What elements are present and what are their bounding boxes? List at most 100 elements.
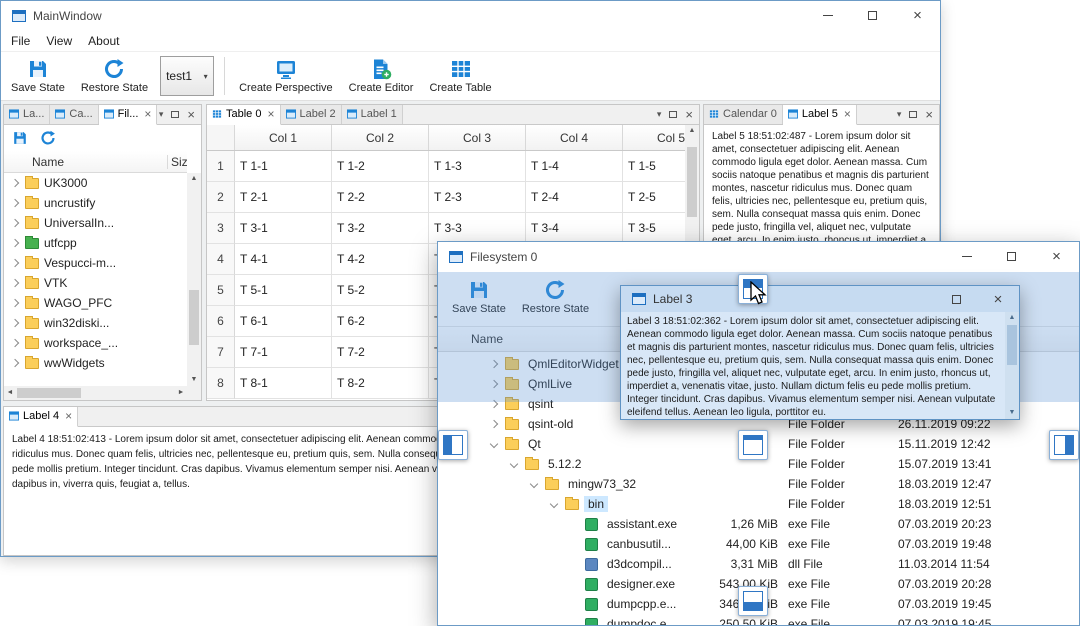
horizontal-scrollbar[interactable]: ◄ ► bbox=[4, 386, 187, 400]
tree-item-uk3000[interactable]: UK3000 bbox=[4, 173, 187, 193]
tree-item-wago-pfc[interactable]: WAGO_PFC bbox=[4, 293, 187, 313]
scroll-up-icon[interactable]: ▲ bbox=[187, 173, 201, 185]
dock-drop-center-indicator[interactable] bbox=[738, 430, 768, 460]
tree-item-workspace[interactable]: workspace_... bbox=[4, 333, 187, 353]
dock-drop-bottom-indicator[interactable] bbox=[738, 586, 768, 616]
column-header-col-5[interactable]: Col 5 bbox=[623, 125, 685, 150]
vertical-scrollbar[interactable]: ▲ ▼ bbox=[187, 173, 201, 386]
scroll-down-icon[interactable]: ▼ bbox=[1005, 407, 1019, 419]
table-cell[interactable]: T 2-3 bbox=[429, 182, 526, 213]
main-titlebar[interactable]: MainWindow × bbox=[1, 1, 940, 30]
bottom-tab-label-4[interactable]: Label 4 × bbox=[4, 407, 79, 427]
tab-close-icon[interactable]: × bbox=[267, 107, 274, 121]
scrollbar-thumb[interactable] bbox=[17, 388, 81, 398]
right-tab-calendar-0[interactable]: Calendar 0 bbox=[704, 105, 783, 124]
maximize-button[interactable] bbox=[935, 286, 977, 312]
expand-chevron-icon[interactable] bbox=[10, 298, 20, 308]
tab-close-icon[interactable]: × bbox=[144, 107, 151, 121]
expand-chevron-icon[interactable] bbox=[10, 258, 20, 268]
filesystem-titlebar[interactable]: Filesystem 0 × bbox=[438, 242, 1079, 271]
expand-chevron-icon[interactable] bbox=[10, 238, 20, 248]
tree-item-vespucci-m[interactable]: Vespucci-m... bbox=[4, 253, 187, 273]
table-cell[interactable]: T 4-1 bbox=[235, 244, 332, 275]
table-cell[interactable]: T 4-2 bbox=[332, 244, 429, 275]
tree-item-uncrustify[interactable]: uncrustify bbox=[4, 193, 187, 213]
row-number[interactable]: 2 bbox=[207, 182, 235, 213]
table-cell[interactable]: T 7-1 bbox=[235, 337, 332, 368]
create-editor-button[interactable]: Create Editor bbox=[341, 53, 422, 99]
left-tab-fil[interactable]: Fil... × bbox=[98, 105, 158, 125]
right-tab-label-5[interactable]: Label 5 × bbox=[782, 105, 857, 125]
label3-titlebar[interactable]: Label 3 × bbox=[621, 286, 1019, 312]
expand-chevron-icon[interactable] bbox=[10, 178, 20, 188]
restore-state-button[interactable]: Restore State bbox=[73, 53, 156, 99]
maximize-button[interactable] bbox=[989, 242, 1034, 271]
tabs-menu-chevron-icon[interactable]: ▾ bbox=[657, 110, 662, 119]
vertical-scrollbar[interactable]: ▲ ▼ bbox=[1005, 312, 1019, 419]
row-number[interactable]: 4 bbox=[207, 244, 235, 275]
float-window-icon[interactable] bbox=[171, 111, 180, 118]
create-table-button[interactable]: Create Table bbox=[421, 53, 499, 99]
close-dock-icon[interactable]: × bbox=[187, 108, 195, 121]
table-cell[interactable]: T 5-2 bbox=[332, 275, 429, 306]
table-cell[interactable]: T 3-5 bbox=[623, 213, 685, 244]
scrollbar-thumb[interactable] bbox=[189, 290, 199, 345]
scroll-left-icon[interactable]: ◄ bbox=[4, 386, 16, 400]
scroll-right-icon[interactable]: ► bbox=[175, 386, 187, 400]
table-cell[interactable]: T 3-1 bbox=[235, 213, 332, 244]
center-tab-table-0[interactable]: Table 0 × bbox=[207, 105, 281, 125]
file-row-assistant-exe[interactable]: assistant.exe 1,26 MiB exe File 07.03.2019 … bbox=[438, 514, 1079, 534]
tabs-menu-chevron-icon[interactable]: ▾ bbox=[159, 110, 164, 119]
row-number[interactable]: 7 bbox=[207, 337, 235, 368]
left-tab-ca[interactable]: Ca... bbox=[50, 105, 99, 124]
column-header-size[interactable]: Size bbox=[167, 154, 187, 169]
column-header-name[interactable]: Name bbox=[4, 155, 167, 169]
expand-chevron-icon[interactable] bbox=[10, 358, 20, 368]
table-cell[interactable]: T 8-1 bbox=[235, 368, 332, 399]
table-cell[interactable]: T 3-3 bbox=[429, 213, 526, 244]
table-cell[interactable]: T 1-2 bbox=[332, 151, 429, 182]
save-state-icon[interactable] bbox=[12, 130, 28, 146]
menu-file[interactable]: File bbox=[3, 32, 38, 50]
tab-close-icon[interactable]: × bbox=[65, 409, 72, 423]
close-button[interactable]: × bbox=[895, 1, 940, 30]
table-cell[interactable]: T 6-2 bbox=[332, 306, 429, 337]
dock-drop-left-indicator[interactable] bbox=[438, 430, 468, 460]
table-cell[interactable]: T 1-3 bbox=[429, 151, 526, 182]
file-row-canbusutil[interactable]: canbusutil... 44,00 KiB exe File 07.03.2019… bbox=[438, 534, 1079, 554]
expand-chevron-icon[interactable] bbox=[10, 318, 20, 328]
menu-view[interactable]: View bbox=[38, 32, 80, 50]
float-window-icon[interactable] bbox=[909, 111, 918, 118]
file-row-d3dcompil[interactable]: d3dcompil... 3,31 MiB dll File 11.03.2014 1… bbox=[438, 554, 1079, 574]
column-header-col-1[interactable]: Col 1 bbox=[235, 125, 332, 150]
row-number[interactable]: 1 bbox=[207, 151, 235, 182]
close-button[interactable]: × bbox=[1034, 242, 1079, 271]
close-dock-icon[interactable]: × bbox=[685, 108, 693, 121]
scrollbar-thumb[interactable] bbox=[1007, 325, 1017, 365]
tree-item-wwwidgets[interactable]: wwWidgets bbox=[4, 353, 187, 373]
expand-chevron-icon[interactable] bbox=[10, 218, 20, 228]
row-number[interactable]: 6 bbox=[207, 306, 235, 337]
tabs-menu-chevron-icon[interactable]: ▾ bbox=[897, 110, 902, 119]
tree-item-universalin[interactable]: UniversalIn... bbox=[4, 213, 187, 233]
create-perspective-button[interactable]: Create Perspective bbox=[231, 53, 341, 99]
tree-item-vtk[interactable]: VTK bbox=[4, 273, 187, 293]
scroll-up-icon[interactable]: ▲ bbox=[1005, 312, 1019, 324]
maximize-button[interactable] bbox=[850, 1, 895, 30]
table-cell[interactable]: T 1-5 bbox=[623, 151, 685, 182]
file-row-mingw73-32[interactable]: mingw73_32 File Folder 18.03.2019 12:47 bbox=[438, 474, 1079, 494]
scroll-up-icon[interactable]: ▲ bbox=[685, 125, 699, 137]
table-cell[interactable]: T 2-4 bbox=[526, 182, 623, 213]
left-tab-la[interactable]: La... bbox=[4, 105, 51, 124]
close-button[interactable]: × bbox=[977, 286, 1019, 312]
column-header-col-3[interactable]: Col 3 bbox=[429, 125, 526, 150]
row-number[interactable]: 8 bbox=[207, 368, 235, 399]
save-state-button[interactable]: Save State bbox=[3, 53, 73, 99]
scroll-down-icon[interactable]: ▼ bbox=[187, 374, 201, 386]
column-header-col-2[interactable]: Col 2 bbox=[332, 125, 429, 150]
expand-chevron-icon[interactable] bbox=[549, 499, 559, 509]
dock-drop-right-indicator[interactable] bbox=[1049, 430, 1079, 460]
table-cell[interactable]: T 2-2 bbox=[332, 182, 429, 213]
close-dock-icon[interactable]: × bbox=[925, 108, 933, 121]
minimize-button[interactable] bbox=[944, 242, 989, 271]
